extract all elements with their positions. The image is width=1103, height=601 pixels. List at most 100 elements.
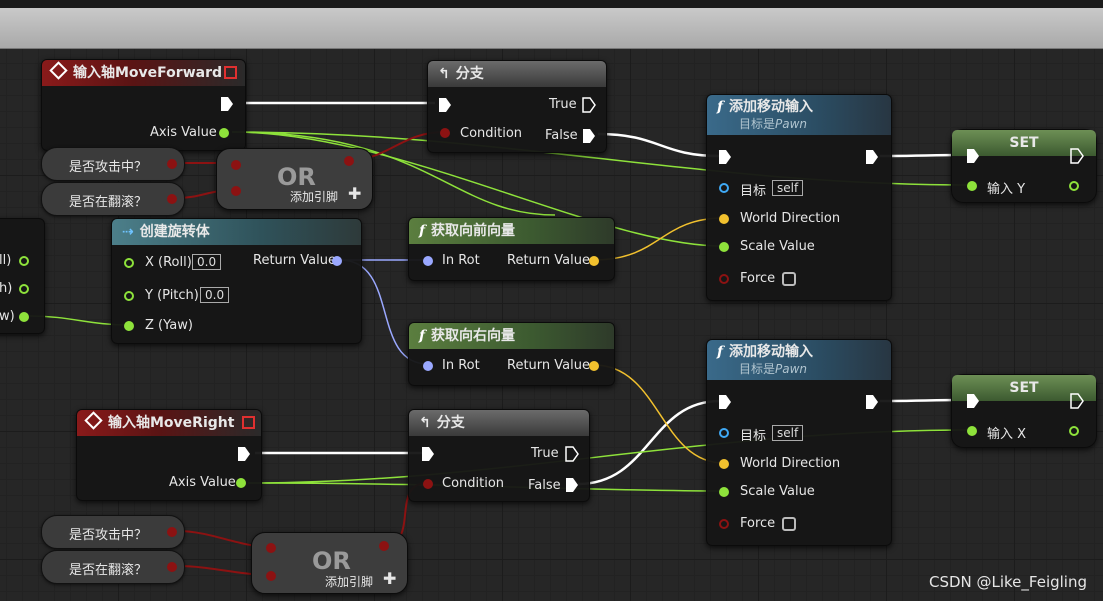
or-in-pin-b[interactable] xyxy=(231,186,241,196)
or-in-pin-b[interactable] xyxy=(266,571,276,581)
target-in-pin[interactable] xyxy=(719,183,729,193)
x-roll-value[interactable]: 0.0 xyxy=(192,254,222,270)
return-value-out-pin[interactable] xyxy=(589,361,599,371)
delegate-pin[interactable] xyxy=(224,66,237,79)
node-header: ⇢ 创建旋转体 xyxy=(112,219,361,245)
or-node-2[interactable]: OR 添加引脚 ✚ xyxy=(251,532,408,594)
branch-node-2[interactable]: ↰ 分支 True Condition False xyxy=(408,409,590,502)
input-axis-moveright-node[interactable]: 输入轴MoveRight Axis Value xyxy=(76,409,262,501)
out-pin-3[interactable] xyxy=(19,312,29,322)
exec-out-pin[interactable] xyxy=(865,394,879,410)
delegate-pin[interactable] xyxy=(242,416,255,429)
var-is-attacking-1[interactable]: 是否攻击中？ xyxy=(41,147,185,181)
add-pin-label[interactable]: 添加引脚 xyxy=(325,573,373,590)
var-is-rolling-1[interactable]: 是否在翻滚？ xyxy=(41,182,185,216)
self-value-box[interactable]: self xyxy=(772,425,804,441)
exec-out-pin[interactable] xyxy=(865,149,879,165)
target-in-pin[interactable] xyxy=(719,428,729,438)
get-forward-vector-node[interactable]: f 获取向前向量 In Rot Return Value xyxy=(408,217,615,281)
or-out-pin[interactable] xyxy=(379,541,389,551)
set-in-pin[interactable] xyxy=(967,426,977,436)
set-pin-label: 输入 Y xyxy=(987,182,1026,197)
scale-value-label: Scale Value xyxy=(740,239,815,254)
add-pin-plus-icon[interactable]: ✚ xyxy=(348,184,361,203)
set-node-1[interactable]: SET 输入 Y xyxy=(951,129,1097,203)
add-movement-input-node-2[interactable]: f 添加移动输入 目标是Pawn 目标 self World Direction … xyxy=(706,339,892,546)
exec-out-pin[interactable] xyxy=(1070,393,1084,409)
input-axis-moveforward-node[interactable]: 输入轴MoveForward Axis Value xyxy=(41,59,246,151)
node-header: 输入轴MoveForward xyxy=(42,60,245,86)
z-yaw-in-pin[interactable] xyxy=(124,321,134,331)
condition-in-pin[interactable] xyxy=(423,479,433,489)
out-pin-1[interactable] xyxy=(19,256,29,266)
false-exec-out-pin[interactable] xyxy=(565,477,579,493)
exec-in-pin[interactable] xyxy=(421,446,435,462)
axis-value-out-pin[interactable] xyxy=(236,478,246,488)
force-checkbox[interactable] xyxy=(782,517,796,531)
function-icon: f xyxy=(717,344,724,360)
return-value-out-pin[interactable] xyxy=(332,256,342,266)
exec-in-pin[interactable] xyxy=(966,148,980,164)
force-in-pin[interactable] xyxy=(719,519,729,529)
var-is-attacking-2[interactable]: 是否攻击中？ xyxy=(41,515,185,549)
return-value-out-pin[interactable] xyxy=(589,256,599,266)
node-title: 分支 xyxy=(455,66,484,82)
node-header: ↰ 分支 xyxy=(428,61,606,87)
make-rotator-node[interactable]: ⇢ 创建旋转体 X (Roll) 0.0 Y (Pitch) 0.0 Z (Yaw… xyxy=(111,218,362,344)
node-subtitle: 目标是Pawn xyxy=(739,117,808,131)
scale-value-in-pin[interactable] xyxy=(719,487,729,497)
y-pitch-in-pin[interactable] xyxy=(124,291,134,301)
x-roll-in-pin[interactable] xyxy=(124,258,134,268)
set-node-2[interactable]: SET 输入 X xyxy=(951,374,1097,448)
self-value-box[interactable]: self xyxy=(772,180,804,196)
set-out-pin[interactable] xyxy=(1069,181,1079,191)
world-direction-in-pin[interactable] xyxy=(719,214,729,224)
exec-in-pin[interactable] xyxy=(718,394,732,410)
watermark-text: CSDN @Like_Feigling xyxy=(928,573,1087,591)
set-in-pin[interactable] xyxy=(967,181,977,191)
var-out-pin[interactable] xyxy=(167,527,177,537)
false-exec-out-pin[interactable] xyxy=(582,128,596,144)
var-out-pin[interactable] xyxy=(167,159,177,169)
node-title: 添加移动输入 xyxy=(729,344,814,360)
node-header: f 添加移动输入 目标是Pawn xyxy=(707,95,891,135)
branch-node-1[interactable]: ↰ 分支 True Condition False xyxy=(427,60,607,153)
world-direction-label: World Direction xyxy=(740,456,841,471)
or-title: OR xyxy=(277,163,316,191)
var-is-rolling-2[interactable]: 是否在翻滚？ xyxy=(41,550,185,584)
force-in-pin[interactable] xyxy=(719,274,729,284)
or-in-pin-a[interactable] xyxy=(266,543,276,553)
partially-visible-node[interactable]: ll) h) w) xyxy=(0,218,45,334)
var-label: 是否攻击中？ xyxy=(69,160,148,175)
condition-in-pin[interactable] xyxy=(440,128,450,138)
y-pitch-value[interactable]: 0.0 xyxy=(200,287,230,303)
true-exec-out-pin[interactable] xyxy=(582,97,596,113)
get-right-vector-node[interactable]: f 获取向右向量 In Rot Return Value xyxy=(408,322,615,386)
exec-out-pin[interactable] xyxy=(237,446,251,462)
set-out-pin[interactable] xyxy=(1069,426,1079,436)
exec-in-pin[interactable] xyxy=(966,393,980,409)
axis-value-out-pin[interactable] xyxy=(219,128,229,138)
out-pin-2[interactable] xyxy=(19,284,29,294)
add-movement-input-node-1[interactable]: f 添加移动输入 目标是Pawn 目标 self World Direction … xyxy=(706,94,892,301)
force-label: Force xyxy=(740,516,776,531)
or-node-1[interactable]: OR 添加引脚 ✚ xyxy=(216,148,373,210)
scale-value-in-pin[interactable] xyxy=(719,242,729,252)
var-out-pin[interactable] xyxy=(167,194,177,204)
in-rot-pin[interactable] xyxy=(423,256,433,266)
node-title: 输入轴MoveForward xyxy=(73,65,222,81)
in-rot-pin[interactable] xyxy=(423,361,433,371)
true-exec-out-pin[interactable] xyxy=(565,446,579,462)
or-out-pin[interactable] xyxy=(344,156,354,166)
var-out-pin[interactable] xyxy=(167,562,177,572)
force-checkbox[interactable] xyxy=(782,272,796,286)
z-yaw-label: Z (Yaw) xyxy=(145,318,193,333)
add-pin-plus-icon[interactable]: ✚ xyxy=(383,569,396,588)
world-direction-in-pin[interactable] xyxy=(719,459,729,469)
add-pin-label[interactable]: 添加引脚 xyxy=(290,188,338,205)
exec-in-pin[interactable] xyxy=(718,149,732,165)
exec-in-pin[interactable] xyxy=(438,97,452,113)
exec-out-pin[interactable] xyxy=(1070,148,1084,164)
or-in-pin-a[interactable] xyxy=(231,160,241,170)
exec-out-pin[interactable] xyxy=(220,96,234,112)
